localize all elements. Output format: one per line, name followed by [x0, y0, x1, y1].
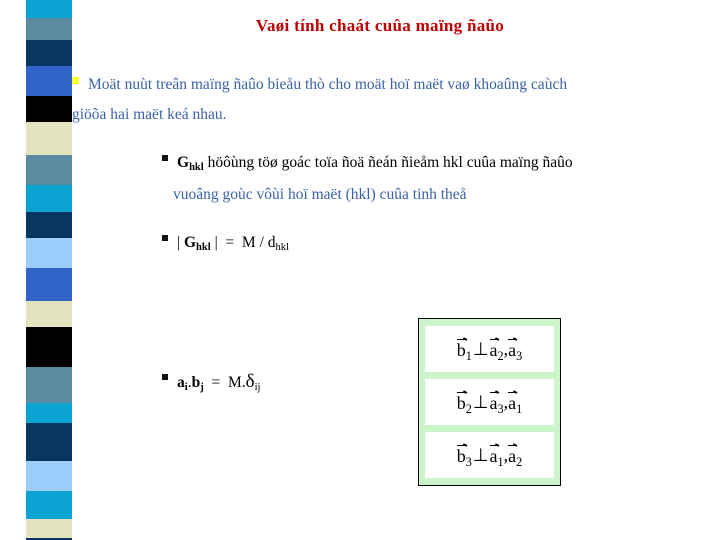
a-first-3-vector: a: [489, 444, 499, 466]
b3-subscript: 3: [465, 454, 472, 469]
a-second-3-subscript: 2: [516, 454, 523, 469]
abs-open: |: [177, 234, 181, 251]
left-decoration-strip: [26, 0, 72, 540]
deco-band-7: [26, 155, 72, 185]
slide-title: Vaøi tính chaát cuûa maïng ñaûo: [255, 16, 505, 35]
denominator-d-subscript: hkl: [275, 242, 289, 254]
bullet-item-4: ai.bj = M.δij: [162, 367, 260, 400]
a-second-2-subscript: 1: [516, 401, 523, 416]
equation-g-magnitude: | Ghkl | = M / dhkl: [177, 228, 289, 260]
a-first-2-vector: a: [489, 391, 499, 413]
bullet-2-line-1: Ghkl höôùng töø goác toïa ñoä ñeán ñieåm…: [177, 148, 573, 180]
g-symbol: G: [177, 154, 190, 171]
formula-row-1: b1 ⊥ a2, a3: [425, 326, 554, 372]
delta-subscript: ij: [254, 382, 261, 394]
delta-symbol: δ: [245, 371, 255, 392]
b1-subscript: 1: [465, 348, 472, 363]
deco-band-1: [26, 0, 72, 18]
a-symbol-subscript: i: [184, 382, 188, 394]
deco-band-10: [26, 238, 72, 268]
deco-band-15: [26, 403, 72, 423]
a-second-1-vector: a: [508, 338, 518, 360]
bullet-item-1: Moät nuùt treân maïng ñaûo bieåu thò cho…: [72, 70, 672, 130]
bullet-item-2: Ghkl höôùng töø goác toïa ñoä ñeán ñieåm…: [162, 148, 682, 210]
equation-dot-product: ai.bj = M.δij: [177, 367, 260, 400]
b2-vector: b: [456, 391, 467, 413]
a-first-2-subscript: 3: [497, 401, 504, 416]
deco-band-6: [26, 122, 72, 155]
a-first-3-subscript: 1: [497, 454, 504, 469]
perpendicular-icon: ⊥: [472, 444, 489, 465]
b1-vector: b: [456, 338, 467, 360]
deco-band-14: [26, 367, 72, 403]
bullet-item-3: | Ghkl | = M / dhkl: [162, 228, 289, 260]
deco-band-5: [26, 96, 72, 122]
dark-square-bullet-icon-4: [162, 374, 168, 380]
bullet-2-line-1-rest: höôùng töø goác toïa ñoä ñeán ñieåm hkl …: [207, 154, 573, 171]
formula-box: b1 ⊥ a2, a3 b2 ⊥ a3, a1 b3 ⊥ a1, a2: [418, 318, 561, 486]
formula-row-2: b2 ⊥ a3, a1: [425, 379, 554, 425]
g-symbol-eq: G: [183, 234, 197, 251]
bullet-1-line-1: Moät nuùt treân maïng ñaûo bieåu thò cho…: [88, 76, 568, 93]
deco-band-16: [26, 423, 72, 461]
bullet-2-text: Ghkl höôùng töø goác toïa ñoä ñeán ñieåm…: [173, 148, 573, 210]
deco-band-18: [26, 491, 72, 519]
deco-band-8: [26, 185, 72, 212]
a-second-3-vector: a: [508, 444, 518, 466]
equals-operator-3: =: [225, 234, 235, 251]
denominator-d: d: [267, 234, 276, 251]
deco-band-12: [26, 301, 72, 327]
a-first-1-vector: a: [489, 338, 499, 360]
a-first-1-subscript: 2: [497, 348, 504, 363]
bullet-1-text: Moät nuùt treân maïng ñaûo bieåu thò cho…: [72, 70, 568, 130]
yellow-square-bullet-icon: [72, 77, 79, 84]
dark-square-bullet-icon-2: [162, 155, 168, 161]
bullet-1-line-2: giöõa hai maët keá nhau.: [72, 106, 227, 123]
dark-square-bullet-icon-3: [162, 235, 168, 241]
deco-band-11: [26, 268, 72, 301]
a-symbol: a: [177, 374, 185, 391]
slash-operator: /: [259, 234, 264, 251]
deco-band-9: [26, 212, 72, 238]
formula-row-3: b3 ⊥ a1, a2: [425, 432, 554, 478]
perpendicular-icon: ⊥: [472, 338, 489, 359]
abs-close: |: [214, 234, 218, 251]
deco-band-4: [26, 66, 72, 96]
b-symbol: b: [191, 374, 201, 391]
perpendicular-icon: ⊥: [472, 391, 489, 412]
g-symbol-eq-subscript: hkl: [196, 242, 211, 254]
equals-operator-4: =: [211, 374, 221, 391]
rhs-m: M.: [227, 374, 246, 391]
a-second-1-subscript: 3: [516, 348, 523, 363]
b3-vector: b: [456, 444, 467, 466]
deco-band-3: [26, 40, 72, 66]
deco-band-2: [26, 18, 72, 40]
b-symbol-subscript: j: [200, 382, 204, 394]
g-symbol-subscript: hkl: [189, 162, 204, 174]
deco-band-17: [26, 461, 72, 491]
b2-subscript: 2: [465, 401, 472, 416]
deco-band-13: [26, 327, 72, 367]
numerator-m: M: [241, 234, 256, 251]
bullet-2-line-2: vuoâng goùc vôùi hoï maët (hkl) cuûa tin…: [173, 186, 467, 203]
deco-band-19: [26, 519, 72, 538]
a-second-2-vector: a: [508, 391, 518, 413]
